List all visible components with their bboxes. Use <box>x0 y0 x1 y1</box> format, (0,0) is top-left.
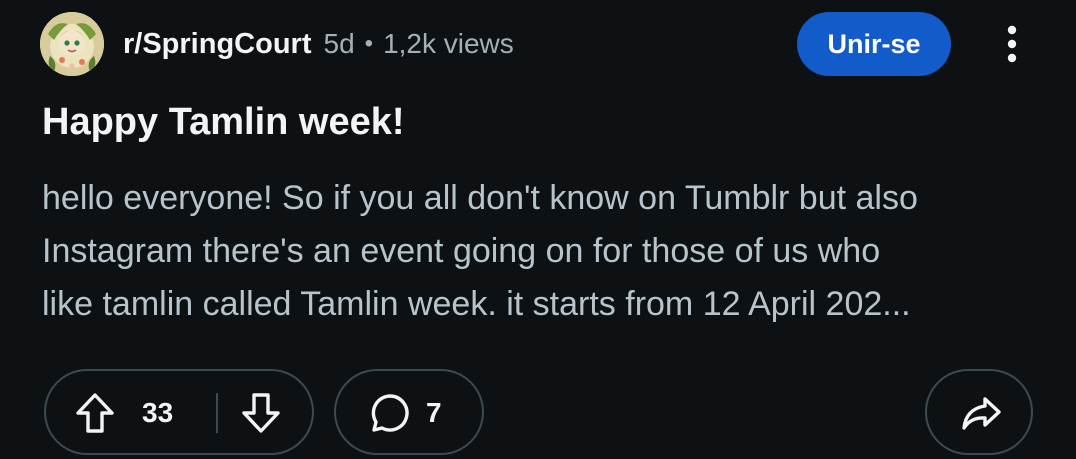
vote-bar: 33 <box>44 369 314 455</box>
post-body-line: like tamlin called Tamlin week. it start… <box>42 285 911 323</box>
more-vertical-icon[interactable] <box>992 12 1032 76</box>
downvote-arrow-icon[interactable] <box>240 391 282 435</box>
post-body-line: Instagram there's an event going on for … <box>42 232 881 270</box>
join-button[interactable]: Unir-se <box>797 12 951 76</box>
comment-count: 7 <box>426 397 442 428</box>
vote-count: 33 <box>142 397 174 428</box>
subreddit-avatar-icon[interactable] <box>40 12 104 76</box>
upvote-arrow-icon[interactable] <box>74 391 116 435</box>
share-button[interactable] <box>925 369 1033 455</box>
view-count: 1,2k views <box>383 28 514 59</box>
comment-bubble-icon <box>368 391 412 435</box>
comment-button[interactable]: 7 <box>334 369 484 455</box>
post-header: r/SpringCourt 5d • 1,2k views Unir-se <box>40 12 1050 76</box>
vote-divider <box>216 393 218 433</box>
post-body[interactable]: hello everyone! So if you all don't know… <box>42 172 1022 331</box>
meta-separator: • <box>364 30 374 57</box>
post-body-line: hello everyone! So if you all don't know… <box>42 179 918 217</box>
share-arrow-icon <box>959 391 1003 435</box>
subreddit-name[interactable]: r/SpringCourt <box>123 28 312 61</box>
post-meta: r/SpringCourt 5d • 1,2k views <box>123 26 514 62</box>
post-title[interactable]: Happy Tamlin week! <box>42 96 405 148</box>
post-age: 5d <box>323 28 355 59</box>
